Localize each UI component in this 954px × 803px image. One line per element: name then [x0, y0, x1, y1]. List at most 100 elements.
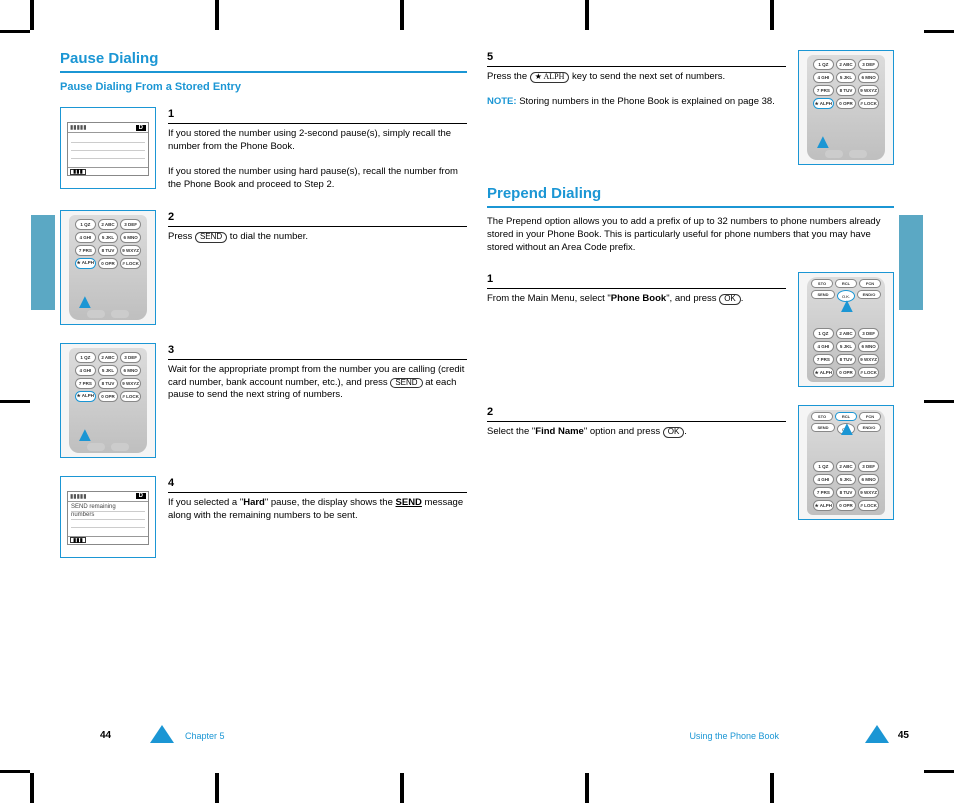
- screen-line: [71, 520, 145, 528]
- mini-key: STO: [811, 412, 833, 421]
- section-title: Pause Dialing: [60, 50, 467, 73]
- key: 9 WXYZ: [858, 354, 879, 365]
- key: 9 WXYZ: [858, 487, 879, 498]
- send-key-inline: SEND: [390, 378, 422, 389]
- key: 5 JKL: [836, 474, 857, 485]
- crop-mark: [0, 400, 30, 403]
- step-row: 1 From the Main Menu, select "Phone Book…: [487, 272, 894, 387]
- crop-mark: [400, 0, 404, 30]
- step-text: 2 Press SEND to dial the number.: [168, 210, 467, 325]
- step-text: 1 From the Main Menu, select "Phone Book…: [487, 272, 786, 387]
- keypad-illustration: STO RCL FCN SEND O.K. END/O 1 QZ 2 ABC: [798, 405, 894, 520]
- step-number: 2: [487, 405, 786, 422]
- key: # LOCK: [120, 258, 141, 269]
- key-star: ★ ALPH: [75, 391, 96, 402]
- screen-line: [71, 135, 145, 143]
- key: ★ ALPH: [813, 367, 834, 378]
- key: 5 JKL: [836, 72, 857, 83]
- key: 4 GHI: [75, 232, 96, 243]
- mini-key: STO: [811, 279, 833, 288]
- key: 0 OPR: [836, 500, 857, 511]
- key: 8 TUV: [98, 245, 119, 256]
- key: 2 ABC: [98, 219, 119, 230]
- mini-key: SEND: [811, 290, 835, 299]
- key: 2 ABC: [836, 328, 857, 339]
- key: 0 OPR: [836, 98, 857, 109]
- key: 1 QZ: [813, 59, 834, 70]
- crop-marks-bottom: [0, 763, 954, 803]
- key: 1 QZ: [813, 328, 834, 339]
- battery-icon: ▮▮▮: [70, 537, 86, 543]
- crop-marks-top: [0, 0, 954, 40]
- key: 0 OPR: [98, 391, 119, 402]
- send-key-inline: SEND: [195, 232, 227, 243]
- key: 7 PRS: [813, 487, 834, 498]
- key: # LOCK: [858, 367, 879, 378]
- step-text: 5 Press the ★ ALPH key to send the next …: [487, 50, 786, 165]
- screen-line: [71, 143, 145, 151]
- screen-illustration: ▮▮▮▮▮D ▮▮▮: [60, 107, 156, 192]
- section-title: Prepend Dialing: [487, 185, 894, 208]
- key: 6 MNO: [858, 72, 879, 83]
- key: 5 JKL: [98, 365, 119, 376]
- crop-marks-right: [914, 0, 954, 803]
- left-page: Pause Dialing Pause Dialing From a Store…: [60, 50, 467, 576]
- key: 8 TUV: [836, 487, 857, 498]
- key: 2 ABC: [836, 461, 857, 472]
- crop-mark: [924, 770, 954, 773]
- crop-mark: [924, 400, 954, 403]
- key: 3 DEF: [858, 59, 879, 70]
- pointer-arrow-icon: ▲: [75, 291, 95, 314]
- key: 6 MNO: [120, 365, 141, 376]
- key: 3 DEF: [120, 219, 141, 230]
- chapter-title: Using the Phone Book: [689, 731, 779, 741]
- right-page: 5 Press the ★ ALPH key to send the next …: [487, 50, 894, 576]
- keypad-illustration: 1 QZ 2 ABC 3 DEF 4 GHI 5 JKL 6 MNO 7 PRS…: [60, 210, 156, 325]
- chapter-title: Chapter 5: [185, 731, 225, 741]
- section-subtitle: Pause Dialing From a Stored Entry: [60, 81, 467, 93]
- keypad-illustration: 1 QZ 2 ABC 3 DEF 4 GHI 5 JKL 6 MNO 7 PRS…: [798, 50, 894, 165]
- pointer-arrow-icon: ▲: [837, 418, 857, 441]
- side-tab: [899, 215, 923, 310]
- crop-mark: [215, 773, 219, 803]
- key: 3 DEF: [858, 328, 879, 339]
- step-row: 5 Press the ★ ALPH key to send the next …: [487, 50, 894, 165]
- key: 0 OPR: [98, 258, 119, 269]
- step-row: 1 QZ 2 ABC 3 DEF 4 GHI 5 JKL 6 MNO 7 PRS…: [60, 210, 467, 325]
- key: 5 JKL: [836, 341, 857, 352]
- key: 4 GHI: [813, 474, 834, 485]
- step-number: 2: [168, 210, 467, 227]
- page-marker-icon: [150, 725, 174, 743]
- key-star: ★ ALPH: [75, 258, 96, 269]
- key: # LOCK: [858, 98, 879, 109]
- step-text: 2 Select the "Find Name" option and pres…: [487, 405, 786, 520]
- step-text: 3 Wait for the appropriate prompt from t…: [168, 343, 467, 458]
- crop-mark: [0, 770, 30, 773]
- ok-key-inline: OK: [663, 427, 685, 438]
- key: 7 PRS: [813, 85, 834, 96]
- keypad-illustration: STO RCL FCN SEND O.K. END/O 1 QZ 2 ABC: [798, 272, 894, 387]
- key: 9 WXYZ: [858, 85, 879, 96]
- key: 8 TUV: [98, 378, 119, 389]
- crop-mark: [770, 773, 774, 803]
- key: 1 QZ: [75, 219, 96, 230]
- key: 4 GHI: [75, 365, 96, 376]
- note-text: Storing numbers in the Phone Book is exp…: [519, 96, 775, 107]
- crop-mark: [400, 773, 404, 803]
- key: 4 GHI: [813, 72, 834, 83]
- step-number: 1: [168, 107, 467, 124]
- screen-illustration: ▮▮▮▮▮D SEND remaining numbers ▮▮▮: [60, 476, 156, 558]
- pointer-arrow-icon: ▲: [837, 295, 857, 318]
- d-badge: D: [136, 125, 146, 131]
- battery-icon: ▮▮▮: [70, 169, 86, 175]
- screen-line: SEND remaining: [71, 504, 145, 512]
- key: 6 MNO: [858, 474, 879, 485]
- screen-line: numbers: [71, 512, 145, 520]
- side-tab: [31, 215, 55, 310]
- step-number: 4: [168, 476, 467, 493]
- note-label: NOTE:: [487, 96, 517, 107]
- key: 1 QZ: [75, 352, 96, 363]
- key: 9 WXYZ: [120, 245, 141, 256]
- key: 6 MNO: [858, 341, 879, 352]
- step-number: 5: [487, 50, 786, 67]
